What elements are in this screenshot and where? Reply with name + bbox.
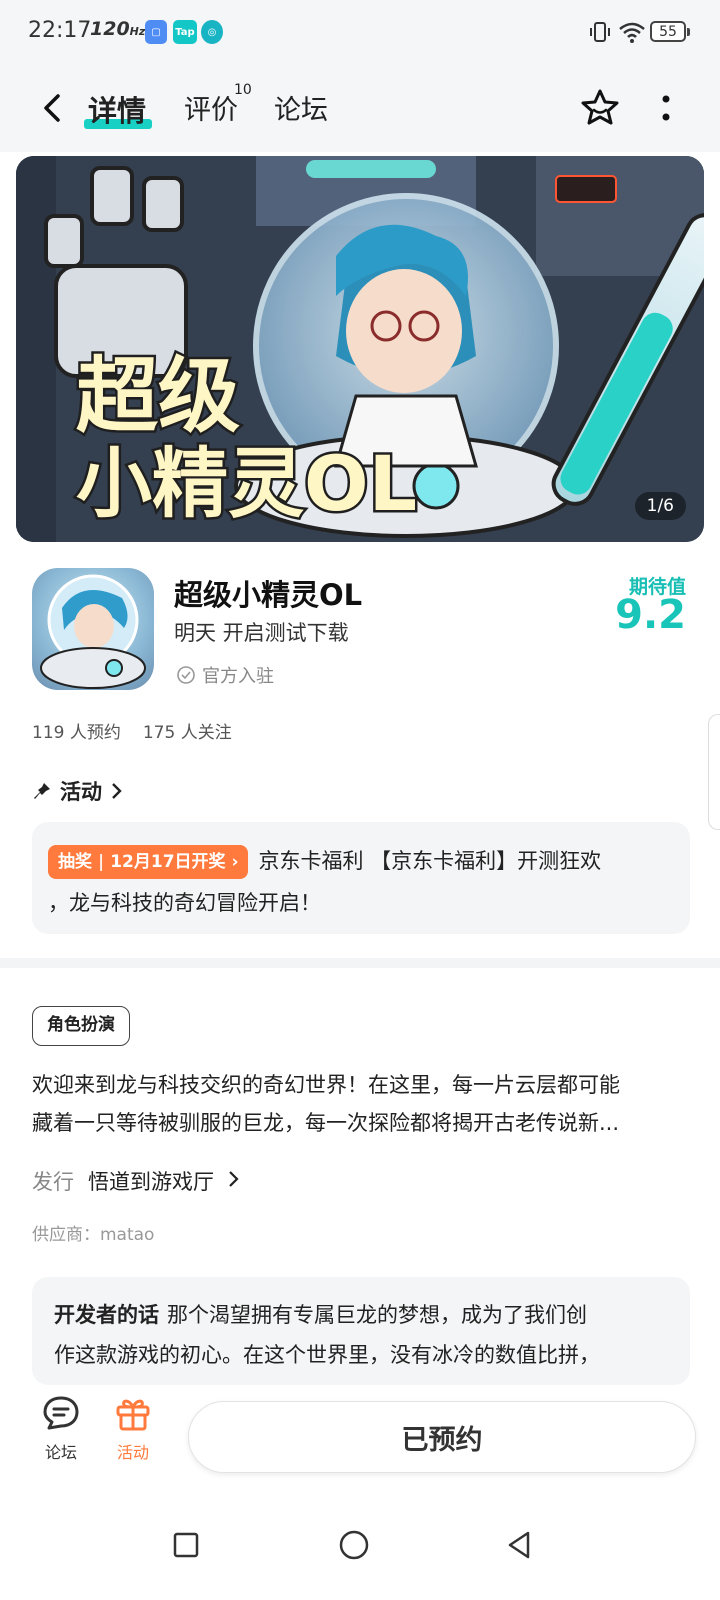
- section-divider: [0, 958, 720, 968]
- check-circle-icon: [177, 666, 195, 684]
- app-icon: [32, 568, 154, 690]
- intro-line1: 欢迎来到龙与科技交织的奇幻世界！在这里，每一片云层都可能: [32, 1073, 620, 1097]
- bottom-forum-button[interactable]: 论坛: [38, 1393, 84, 1463]
- activity-section-link[interactable]: 活动: [32, 776, 124, 806]
- system-back-icon[interactable]: [500, 1525, 540, 1565]
- developer-note-line1: 那个渴望拥有专属巨龙的梦想，成为了我们创: [167, 1303, 587, 1327]
- banner-page-counter: 1/6: [634, 492, 686, 520]
- banner-artwork: 超级 小精灵OL: [16, 156, 704, 542]
- bottom-action-bar: 论坛 活动 已预约: [0, 1385, 720, 1495]
- activity-header-label: 活动: [60, 780, 102, 804]
- app-title: 超级小精灵OL: [174, 578, 363, 612]
- review-count: 10: [234, 82, 252, 98]
- star-follow-icon[interactable]: [578, 86, 622, 130]
- developer-note-label: 开发者的话: [54, 1303, 159, 1327]
- reserved-button[interactable]: 已预约: [188, 1401, 696, 1473]
- forum-icon: [43, 1396, 79, 1430]
- bottom-forum-label: 论坛: [44, 1443, 77, 1462]
- status-bar: 22:17 120Hz ▢ Tap ◎ 55: [0, 0, 720, 66]
- expectation-score: 9.2: [615, 592, 686, 638]
- tab-forum[interactable]: 论坛: [274, 88, 328, 127]
- genre-tag[interactable]: 角色扮演: [32, 1006, 130, 1046]
- battery-indicator: 55: [650, 21, 690, 42]
- supplier-text: 供应商：matao: [32, 1225, 155, 1245]
- wifi-icon: [619, 22, 645, 43]
- chevron-right-icon: [228, 1171, 239, 1187]
- developer-note-card[interactable]: 开发者的话 那个渴望拥有专属巨龙的梦想，成为了我们创 作这款游戏的初心。在这个世界…: [32, 1277, 690, 1385]
- developer-note-line2: 作这款游戏的初心。在这个世界里，没有冰冷的数值比拼，: [54, 1343, 600, 1367]
- publisher-name: 悟道到游戏厅: [88, 1170, 214, 1194]
- refresh-rate: 120Hz: [90, 18, 146, 40]
- publisher-link[interactable]: 发行 悟道到游戏厅: [32, 1166, 241, 1196]
- official-label: 官方入驻: [202, 666, 274, 687]
- vibrate-icon: [590, 22, 610, 42]
- official-badge: 官方入驻: [176, 662, 274, 688]
- more-icon[interactable]: [648, 90, 684, 126]
- bottom-activity-button[interactable]: 活动: [110, 1393, 156, 1463]
- follow-stats: 119 人预约 175 人关注: [32, 718, 232, 743]
- app-release-status: 明天 开启测试下载: [174, 621, 349, 645]
- status-time: 22:17: [28, 18, 92, 43]
- top-nav: 详情 评价 10 论坛: [0, 66, 720, 152]
- gift-icon: [116, 1399, 150, 1431]
- activity-text-line1: 京东卡福利 【京东卡福利】开测狂欢: [258, 849, 602, 873]
- intro-line2: 藏着一只等待被驯服的巨龙，每一次探险都将揭开古老传说新...: [32, 1111, 620, 1135]
- taptap-icon: Tap: [173, 20, 197, 44]
- system-nav-bar: [0, 1495, 720, 1600]
- follower-count: 175 人关注: [142, 723, 232, 743]
- banner-logo-line2: 小精灵OL: [76, 439, 417, 528]
- banner-carousel[interactable]: 超级 小精灵OL 1/6: [16, 156, 704, 542]
- home-icon[interactable]: [334, 1525, 374, 1565]
- activity-text-line2: ，龙与科技的奇幻冒险开启！: [48, 891, 321, 915]
- tab-review[interactable]: 评价: [184, 88, 238, 127]
- banner-logo-line1: 超级: [76, 349, 240, 444]
- publisher-label: 发行: [32, 1170, 74, 1194]
- chevron-right-icon: [112, 783, 122, 799]
- activity-card[interactable]: 抽奖 | 12月17日开奖 › 京东卡福利 【京东卡福利】开测狂欢 ，龙与科技的奇幻冒…: [32, 822, 690, 934]
- bottom-activity-label: 活动: [116, 1443, 149, 1462]
- tab-detail[interactable]: 详情: [88, 88, 146, 130]
- app-store-icon: ▢: [145, 20, 167, 44]
- lottery-tag[interactable]: 抽奖 | 12月17日开奖 ›: [48, 845, 249, 879]
- recents-icon[interactable]: [166, 1525, 206, 1565]
- pin-icon: [34, 783, 50, 799]
- cleaner-icon: ◎: [201, 20, 223, 44]
- back-icon[interactable]: [32, 88, 72, 128]
- side-drawer-handle[interactable]: [708, 714, 720, 830]
- reservation-count: 119 人预约: [32, 723, 121, 743]
- game-intro[interactable]: 欢迎来到龙与科技交织的奇幻世界！在这里，每一片云层都可能 藏着一只等待被驯服的巨…: [32, 1066, 688, 1142]
